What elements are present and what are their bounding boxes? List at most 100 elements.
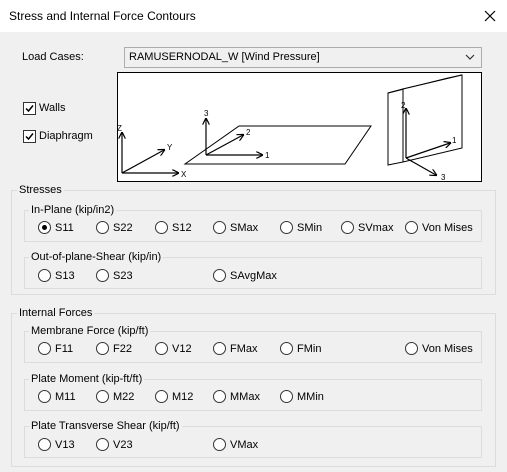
radio-von-mises-stress[interactable]: Von Mises [405, 221, 473, 234]
radio-s22-circle[interactable] [96, 221, 109, 234]
axes-diagram: Z Y X 3 2 1 2 1 3 [117, 72, 482, 182]
radio-smax-circle[interactable] [213, 221, 226, 234]
plate-shape [183, 125, 372, 165]
radio-mmin[interactable]: MMin [280, 390, 324, 403]
radio-s12[interactable]: S12 [155, 221, 192, 234]
radio-s13-label: S13 [55, 269, 75, 282]
radio-f11-label: F11 [55, 342, 74, 355]
radio-mmax-circle[interactable] [213, 390, 226, 403]
radio-vmax[interactable]: VMax [213, 438, 258, 451]
out-of-plane-title: Out-of-plane-Shear (kip/in) [29, 251, 164, 263]
radio-svmax[interactable]: SVmax [341, 221, 393, 234]
load-cases-dropdown[interactable]: RAMUSERNODAL_W [Wind Pressure] [124, 47, 482, 68]
radio-fmax-label: FMax [230, 342, 258, 355]
radio-svmax-label: SVmax [358, 221, 394, 234]
radio-smin-circle[interactable] [280, 221, 293, 234]
radio-s23-circle[interactable] [96, 269, 109, 282]
walls-label[interactable]: Walls [39, 102, 65, 114]
diaphragm-checkbox[interactable] [23, 130, 36, 143]
stresses-title: Stresses [17, 184, 64, 196]
checkmark-icon [25, 133, 34, 141]
radio-m12[interactable]: M12 [155, 390, 193, 403]
radio-s13-circle[interactable] [38, 269, 51, 282]
title-bar: Stress and Internal Force Contours [0, 0, 507, 32]
walls-checkbox[interactable] [23, 102, 36, 115]
radio-smax[interactable]: SMax [213, 221, 258, 234]
radio-v12[interactable]: V12 [155, 342, 192, 355]
plate-axis-2-label: 2 [246, 128, 251, 137]
radio-s11-label: S11 [55, 221, 74, 234]
radio-von-mises-force-circle[interactable] [405, 342, 418, 355]
radio-fmax[interactable]: FMax [213, 342, 258, 355]
radio-von-mises-force[interactable]: Von Mises [405, 342, 473, 355]
axis-z-label: Z [118, 124, 122, 133]
radio-savgmax-label: SAvgMax [230, 269, 277, 282]
radio-v13-circle[interactable] [38, 438, 51, 451]
radio-von-mises-stress-label: Von Mises [422, 221, 473, 234]
radio-m22-circle[interactable] [96, 390, 109, 403]
window-title: Stress and Internal Force Contours [9, 9, 196, 23]
radio-f22[interactable]: F22 [96, 342, 132, 355]
radio-f22-label: F22 [113, 342, 132, 355]
radio-f11-circle[interactable] [38, 342, 51, 355]
radio-m22-label: M22 [113, 390, 135, 403]
radio-v13[interactable]: V13 [38, 438, 75, 451]
radio-smax-label: SMax [230, 221, 259, 234]
wall-axis-2-label: 2 [401, 101, 406, 110]
radio-s23[interactable]: S23 [96, 269, 133, 282]
radio-s12-circle[interactable] [155, 221, 168, 234]
in-plane-title: In-Plane (kip/in2) [29, 204, 117, 216]
wall-axis-3-label: 3 [441, 173, 446, 181]
radio-savgmax[interactable]: SAvgMax [213, 269, 277, 282]
plate-axis-1-label: 1 [265, 151, 270, 160]
close-button[interactable] [473, 0, 507, 32]
radio-m12-circle[interactable] [155, 390, 168, 403]
radio-f11[interactable]: F11 [38, 342, 73, 355]
radio-s22-label: S22 [113, 221, 133, 234]
radio-mmax[interactable]: MMax [213, 390, 260, 403]
radio-v13-label: V13 [55, 438, 75, 451]
radio-von-mises-force-label: Von Mises [422, 342, 473, 355]
load-cases-label: Load Cases: [22, 51, 84, 63]
radio-m11[interactable]: M11 [38, 390, 76, 403]
radio-smin-label: SMin [297, 221, 323, 234]
radio-v12-circle[interactable] [155, 342, 168, 355]
radio-s13[interactable]: S13 [38, 269, 75, 282]
plate-moment-title: Plate Moment (kip-ft/ft) [29, 373, 145, 385]
close-icon [484, 10, 496, 22]
radio-m22[interactable]: M22 [96, 390, 134, 403]
radio-fmin[interactable]: FMin [280, 342, 321, 355]
radio-s11-circle[interactable] [38, 221, 51, 234]
radio-vmax-circle[interactable] [213, 438, 226, 451]
load-cases-value: RAMUSERNODAL_W [Wind Pressure] [129, 51, 320, 63]
radio-v12-label: V12 [172, 342, 192, 355]
global-axes [122, 133, 178, 173]
radio-fmin-circle[interactable] [280, 342, 293, 355]
radio-v23-label: V23 [113, 438, 133, 451]
radio-fmin-label: FMin [297, 342, 322, 355]
radio-svmax-circle[interactable] [341, 221, 354, 234]
radio-mmin-label: MMin [297, 390, 324, 403]
radio-f22-circle[interactable] [96, 342, 109, 355]
radio-s22[interactable]: S22 [96, 221, 133, 234]
diaphragm-label[interactable]: Diaphragm [39, 130, 93, 142]
radio-v23[interactable]: V23 [96, 438, 133, 451]
radio-s11[interactable]: S11 [38, 221, 74, 234]
radio-smin[interactable]: SMin [280, 221, 322, 234]
wall-axis-1-label: 1 [452, 136, 457, 145]
radio-mmin-circle[interactable] [280, 390, 293, 403]
radio-v23-circle[interactable] [96, 438, 109, 451]
chevron-down-icon [465, 54, 475, 60]
membrane-force-title: Membrane Force (kip/ft) [29, 325, 151, 337]
axis-y-label: Y [167, 143, 173, 152]
radio-fmax-circle[interactable] [213, 342, 226, 355]
radio-s12-label: S12 [172, 221, 192, 234]
radio-m11-label: M11 [55, 390, 76, 403]
radio-von-mises-stress-circle[interactable] [405, 221, 418, 234]
axis-x-label: X [181, 170, 187, 179]
axes-diagram-graphic: Z Y X 3 2 1 2 1 3 [117, 74, 463, 182]
checkmark-icon [25, 105, 34, 113]
radio-s23-label: S23 [113, 269, 133, 282]
radio-m11-circle[interactable] [38, 390, 51, 403]
radio-savgmax-circle[interactable] [213, 269, 226, 282]
